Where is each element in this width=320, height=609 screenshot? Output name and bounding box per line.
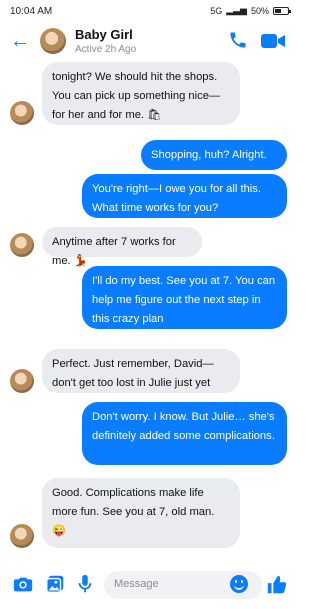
message-outgoing[interactable]: Shopping, huh? Alright. [141, 140, 287, 170]
message-outgoing[interactable]: You're right—I owe you for all this. Wha… [82, 174, 287, 218]
status-right: 5G ▂▃▅ 50% [210, 5, 291, 16]
back-arrow-icon[interactable]: ← [10, 30, 30, 52]
status-time: 10:04 AM [10, 6, 53, 17]
battery-fill [275, 8, 281, 13]
message-outgoing[interactable]: Don't worry. I know. But Julie… she's de… [82, 402, 287, 465]
message-incoming[interactable]: Good. Complications make life more fun. … [42, 478, 240, 548]
like-icon[interactable] [266, 574, 288, 596]
phone-icon[interactable] [228, 30, 248, 50]
message-incoming[interactable]: Anytime after 7 works for me. 💃 [42, 227, 202, 267]
active-status: Active 2h Ago [75, 44, 137, 55]
microphone-icon[interactable] [74, 573, 96, 595]
message-placeholder: Message [114, 578, 159, 590]
message-incoming[interactable]: tonight? We should hit the shops. You ca… [42, 62, 240, 125]
contact-avatar-small [10, 101, 34, 125]
contact-avatar-small [10, 524, 34, 548]
battery-percent: 50% [250, 5, 269, 16]
composer-bar: Message [0, 565, 299, 605]
emoji-icon[interactable] [230, 575, 248, 593]
network-label: 5G [210, 5, 223, 16]
image-icon[interactable] [44, 573, 66, 595]
chat-header: ← Baby Girl Active 2h Ago [0, 22, 299, 62]
message-outgoing[interactable]: I'll do my best. See you at 7. You can h… [82, 266, 287, 329]
camera-icon[interactable] [12, 573, 34, 595]
contact-avatar[interactable] [40, 28, 66, 54]
contact-avatar-small [10, 369, 34, 393]
message-incoming[interactable]: Perfect. Just remember, David—don't get … [42, 349, 240, 393]
contact-name[interactable]: Baby Girl [75, 27, 133, 42]
contact-avatar-small [10, 233, 34, 257]
video-icon[interactable] [260, 32, 286, 50]
battery-icon [273, 6, 291, 15]
signal-icon: ▂▃▅ [226, 5, 247, 15]
status-bar: 10:04 AM 5G ▂▃▅ 50% [0, 0, 299, 22]
